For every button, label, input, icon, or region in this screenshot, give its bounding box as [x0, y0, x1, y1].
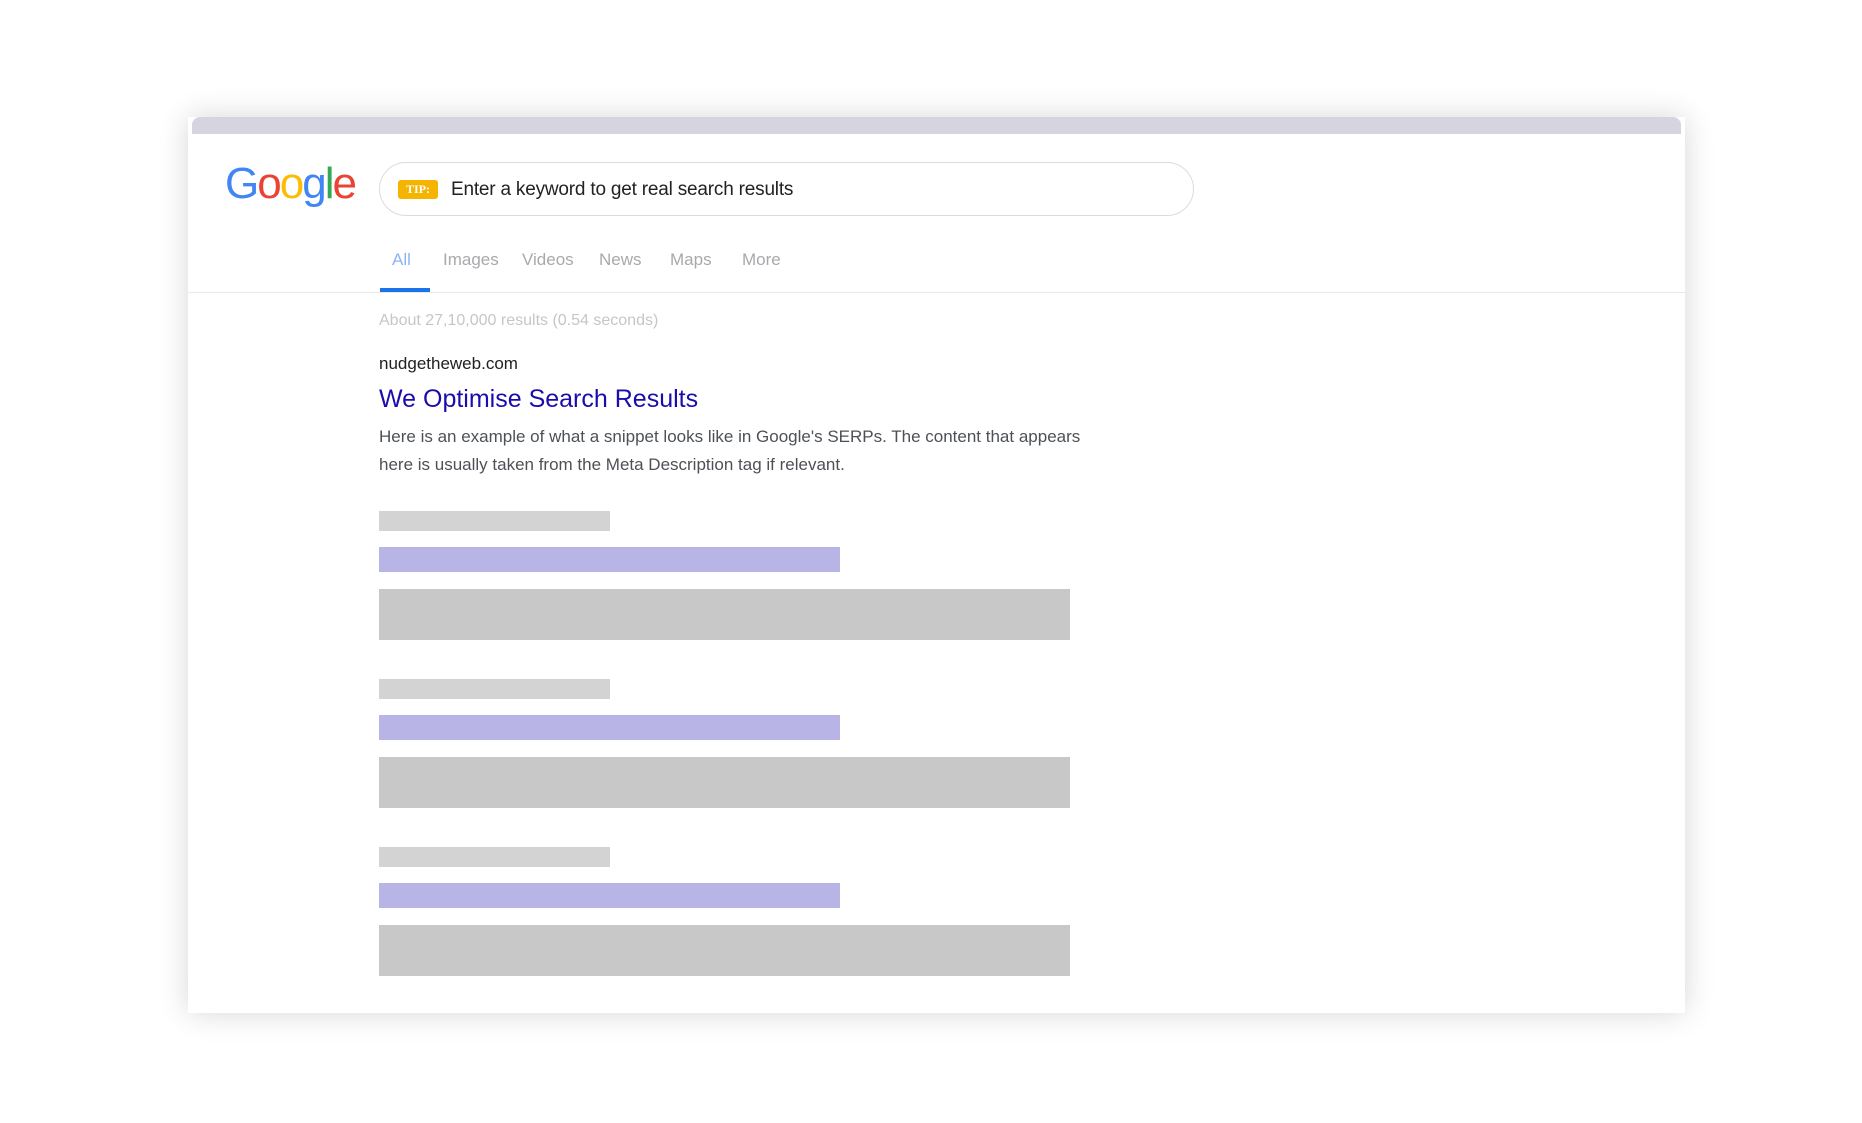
tab-maps[interactable]: Maps [670, 250, 712, 270]
placeholder-title-bar [379, 715, 840, 740]
placeholder-url-bar [379, 847, 610, 867]
google-logo[interactable]: Google [225, 159, 357, 208]
logo-letter: l [324, 159, 335, 208]
placeholder-url-bar [379, 679, 610, 699]
logo-letter: G [225, 159, 259, 208]
logo-letter: o [279, 159, 305, 208]
tip-badge: TIP: [398, 180, 438, 199]
window-title-bar [192, 117, 1681, 134]
tab-more[interactable]: More [742, 250, 781, 270]
result-stats: About 27,10,000 results (0.54 seconds) [379, 312, 659, 329]
tab-videos[interactable]: Videos [522, 250, 574, 270]
tab-all[interactable]: All [392, 250, 411, 270]
placeholder-title-bar [379, 883, 840, 908]
search-input-text[interactable]: Enter a keyword to get real search resul… [451, 178, 793, 202]
snippet-line: Here is an example of what a snippet loo… [379, 427, 1081, 446]
logo-letter: o [257, 159, 282, 208]
logo-letter: e [332, 159, 357, 208]
placeholder-snippet-block [379, 925, 1070, 976]
result-title-link[interactable]: We Optimise Search Results [379, 385, 698, 414]
result-url[interactable]: nudgetheweb.com [379, 354, 518, 374]
header-divider [188, 292, 1685, 293]
browser-window: Google TIP: Enter a keyword to get real … [188, 117, 1685, 1013]
result-snippet: Here is an example of what a snippet loo… [379, 423, 1139, 479]
logo-letter: g [302, 159, 327, 208]
placeholder-snippet-block [379, 757, 1070, 808]
placeholder-title-bar [379, 547, 840, 572]
snippet-line: here is usually taken from the Meta Desc… [379, 455, 845, 474]
placeholder-snippet-block [379, 589, 1070, 640]
placeholder-url-bar [379, 511, 610, 531]
tab-images[interactable]: Images [443, 250, 499, 270]
search-input[interactable]: TIP: Enter a keyword to get real search … [379, 162, 1194, 216]
tab-news[interactable]: News [599, 250, 642, 270]
